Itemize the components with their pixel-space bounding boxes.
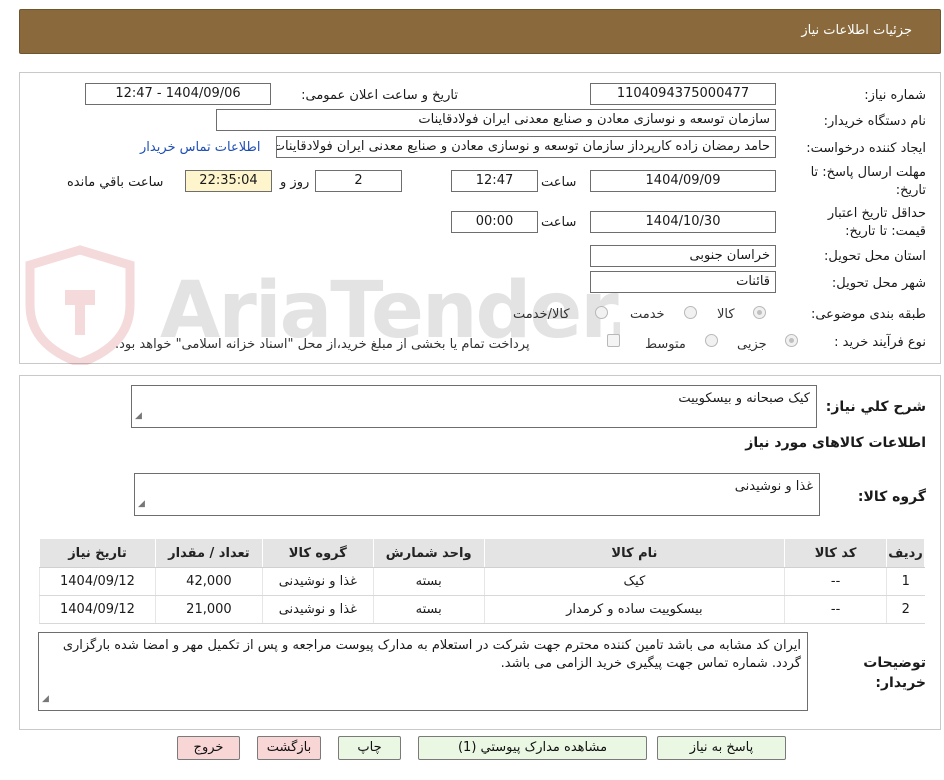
reply-button[interactable]: پاسخ به نیاز [657, 736, 786, 760]
cell-row: 2 [886, 595, 925, 624]
goods-group-textarea[interactable]: غذا و نوشیدنی ◢ [134, 473, 820, 516]
col-code: کد کالا [784, 538, 888, 568]
days-label: روز و [280, 175, 310, 190]
validity-time-label: ساعت [541, 215, 577, 230]
col-quantity: تعداد / مقدار [154, 538, 263, 568]
print-button[interactable]: چاپ [338, 736, 401, 760]
requester-field[interactable]: حامد رمضان زاده کارپرداز سازمان توسعه و … [276, 136, 776, 158]
validity-date-field[interactable]: 1404/10/30 [590, 211, 776, 233]
cell-unit: بسته [372, 595, 485, 624]
announce-label: تاریخ و ساعت اعلان عمومی: [301, 88, 458, 103]
cell-group: غذا و نوشیدنی [261, 595, 374, 624]
summary-label: شرح کلي نياز: [825, 399, 926, 415]
resize-grip-icon[interactable]: ◢ [135, 407, 142, 425]
cell-quantity: 42,000 [154, 567, 263, 596]
validity-label: حداقل تاریخ اعتبار [827, 206, 926, 221]
col-row: ردیف [886, 538, 925, 568]
treasury-note: پرداخت تمام یا بخشی از مبلغ خرید،از محل … [115, 337, 530, 352]
page-title: جزئیات اطلاعات نیاز [801, 23, 912, 38]
exit-button[interactable]: خروج [177, 736, 240, 760]
page-header: جزئیات اطلاعات نیاز [19, 9, 941, 54]
buyer-notes-label: توضیحات [863, 655, 926, 671]
summary-textarea[interactable]: کیک صبحانه و بیسکوییت ◢ [131, 385, 817, 428]
deadline-time-field[interactable]: 12:47 [451, 170, 538, 192]
deadline-label-date: تاریخ: [895, 183, 926, 198]
remaining-label: ساعت باقي مانده [67, 175, 164, 190]
requester-label: ایجاد کننده درخواست: [806, 141, 926, 156]
need-number-field[interactable]: 1104094375000477 [590, 83, 776, 105]
cell-code: -- [784, 595, 887, 624]
resize-grip-icon[interactable]: ◢ [138, 495, 145, 513]
goods-group-label: گروه کالا: [857, 489, 926, 505]
category-option-service: خدمت [630, 307, 665, 322]
col-unit: واحد شمارش [372, 538, 485, 568]
validity-label-date: قیمت: تا تاریخ: [845, 224, 926, 239]
process-option-minor: جزیی [737, 337, 767, 352]
table-row[interactable]: 1 -- کیک بسته غذا و نوشیدنی 42,000 1404/… [39, 567, 925, 596]
process-label: نوع فرآیند خرید : [834, 335, 926, 350]
cell-name: بیسکوییت ساده و کرمدار [483, 595, 785, 624]
buyer-org-field[interactable]: سازمان توسعه و نوسازی معادن و صنایع معدن… [216, 109, 776, 131]
category-radio-service[interactable] [684, 306, 697, 319]
col-name: نام کالا [483, 538, 786, 568]
process-option-medium: متوسط [645, 337, 686, 352]
buyer-notes-text: ایران کد مشابه می باشد تامین کننده محترم… [62, 638, 801, 671]
table-header-row: ردیف کد کالا نام کالا واحد شمارش گروه کا… [39, 538, 925, 568]
category-option-goods: کالا [717, 307, 735, 322]
cell-unit: بسته [372, 567, 485, 596]
city-field[interactable]: قائنات [590, 271, 776, 293]
validity-time-field[interactable]: 00:00 [451, 211, 538, 233]
city-label: شهر محل تحویل: [831, 276, 926, 291]
back-button[interactable]: بازگشت [257, 736, 321, 760]
process-radio-minor[interactable] [785, 334, 798, 347]
remaining-time-field: 22:35:04 [185, 170, 272, 192]
cell-name: کیک [483, 567, 785, 596]
category-option-goods-service: کالا/خدمت [513, 307, 570, 322]
col-date: تاریخ نیاز [39, 538, 156, 568]
resize-grip-icon[interactable]: ◢ [42, 690, 49, 708]
goods-group-text: غذا و نوشیدنی [734, 479, 813, 494]
treasury-checkbox[interactable] [607, 334, 620, 347]
cell-row: 1 [886, 567, 925, 596]
buyer-notes-textarea[interactable]: ایران کد مشابه می باشد تامین کننده محترم… [38, 632, 808, 711]
buyer-org-label: نام دستگاه خریدار: [823, 114, 926, 129]
category-label: طبقه بندی موضوعی: [810, 307, 926, 322]
cell-date: 1404/09/12 [39, 595, 156, 624]
days-remaining-field[interactable]: 2 [315, 170, 402, 192]
view-attachments-button[interactable]: مشاهده مدارک پیوستي (1) [418, 736, 647, 760]
province-label: استان محل تحویل: [824, 249, 926, 264]
category-radio-goods-service[interactable] [595, 306, 608, 319]
cell-date: 1404/09/12 [39, 567, 156, 596]
announce-field[interactable]: 1404/09/06 - 12:47 [85, 83, 271, 105]
process-radio-medium[interactable] [705, 334, 718, 347]
need-number-label: شماره نیاز: [864, 88, 926, 103]
items-table: ردیف کد کالا نام کالا واحد شمارش گروه کا… [39, 538, 925, 624]
province-field[interactable]: خراسان جنوبی [590, 245, 776, 267]
items-section-title: اطلاعات کالاهای مورد نیاز [745, 435, 926, 451]
summary-text: کیک صبحانه و بیسکوییت [678, 391, 810, 406]
cell-code: -- [784, 567, 887, 596]
cell-group: غذا و نوشیدنی [261, 567, 374, 596]
buyer-notes-label-2: خریدار: [875, 675, 926, 691]
deadline-label: مهلت ارسال پاسخ: تا [810, 165, 926, 180]
col-group: گروه کالا [261, 538, 374, 568]
deadline-time-label: ساعت [541, 175, 577, 190]
cell-quantity: 21,000 [154, 595, 263, 624]
deadline-date-field[interactable]: 1404/09/09 [590, 170, 776, 192]
category-radio-goods[interactable] [753, 306, 766, 319]
table-row[interactable]: 2 -- بیسکوییت ساده و کرمدار بسته غذا و ن… [39, 595, 925, 624]
buyer-contact-link[interactable]: اطلاعات تماس خریدار [140, 140, 260, 155]
